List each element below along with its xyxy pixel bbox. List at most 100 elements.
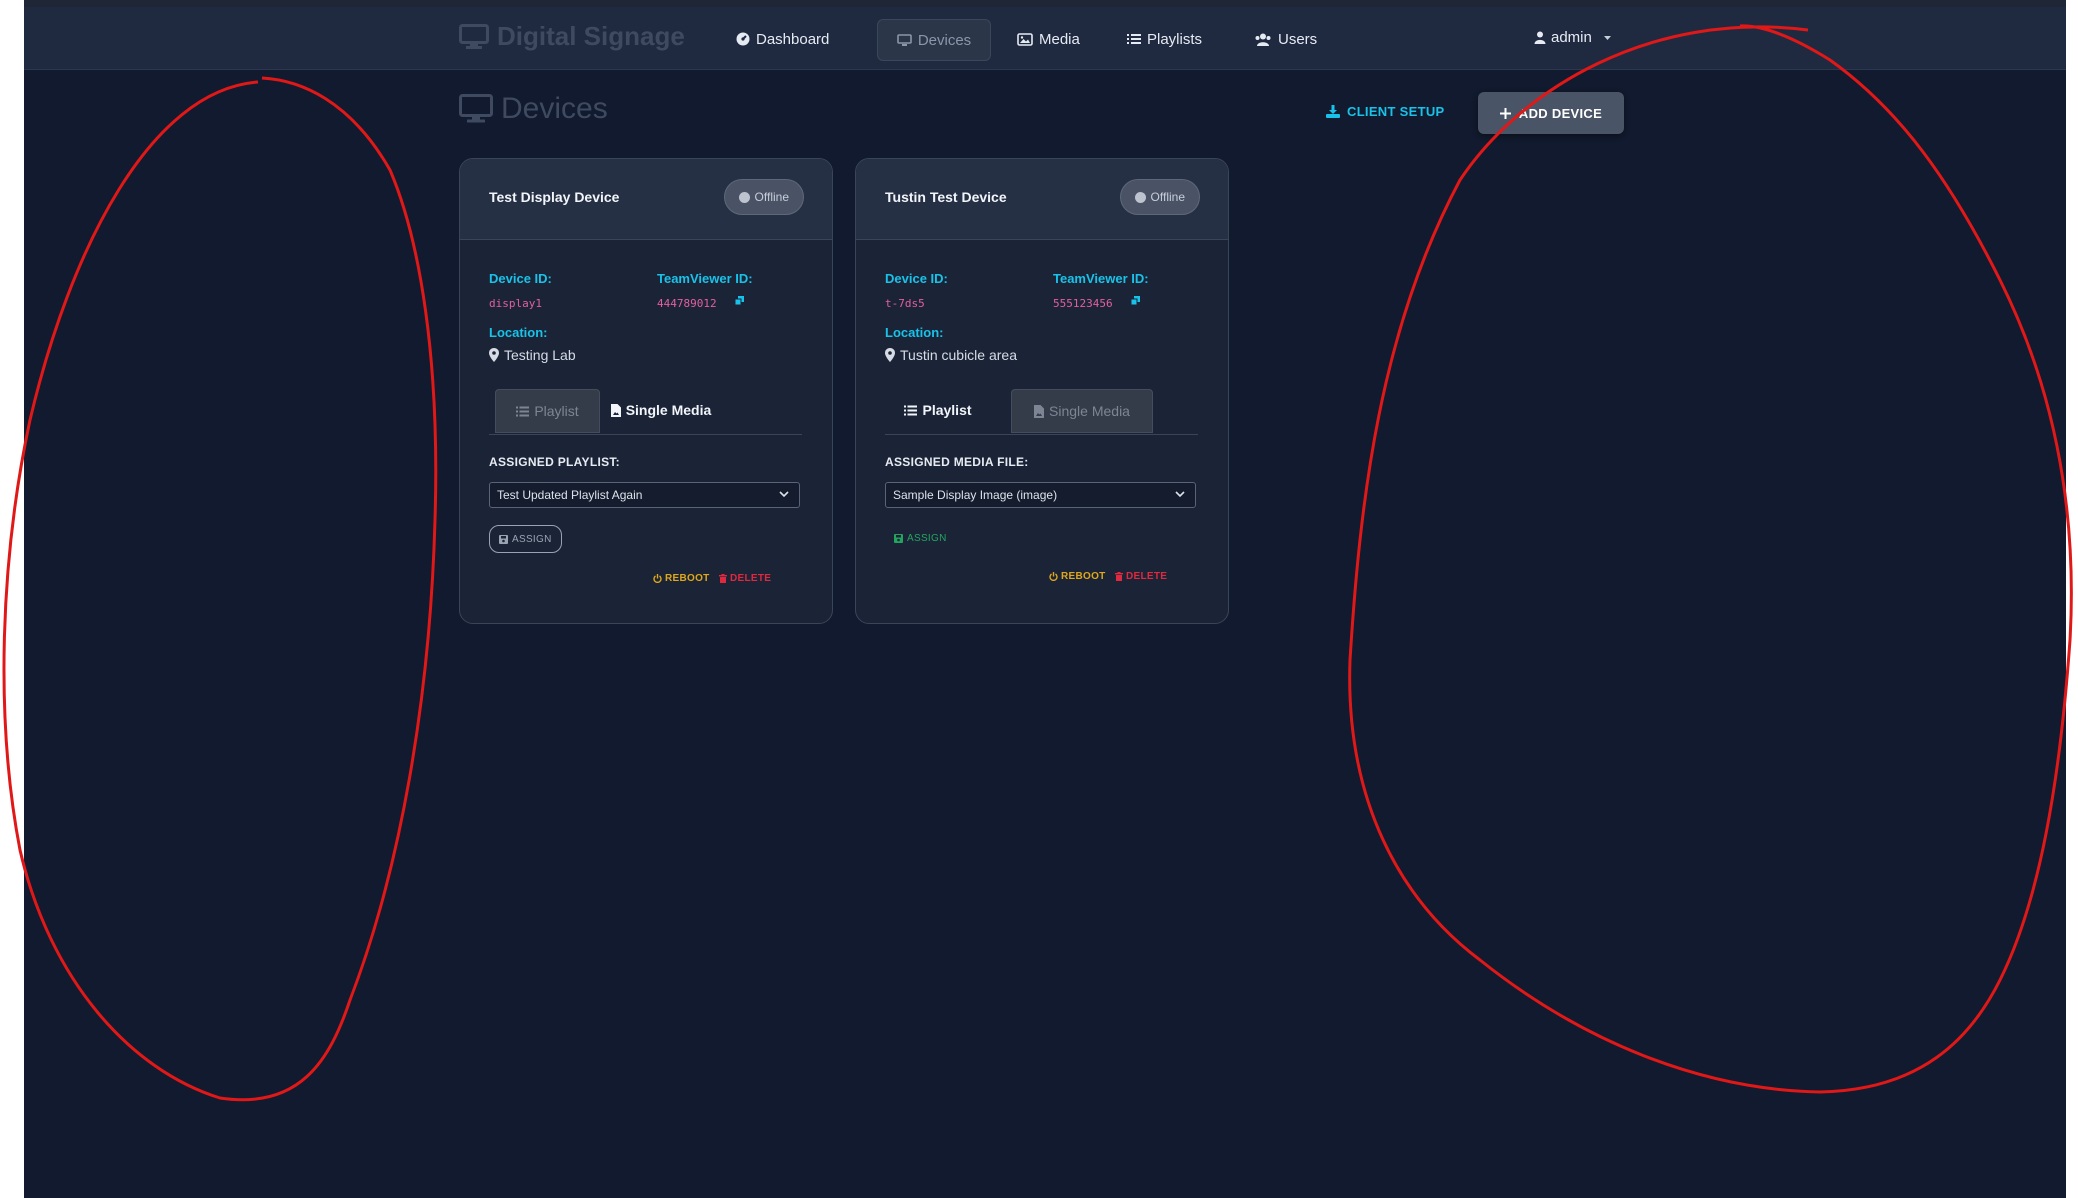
- navbar: Digital Signage Dashboard Devices Media …: [24, 7, 2066, 70]
- status-dot-icon: [738, 191, 750, 203]
- reboot-label: REBOOT: [665, 573, 710, 584]
- delete-label: DELETE: [730, 573, 772, 584]
- status-text: Offline: [754, 190, 789, 204]
- nav-devices[interactable]: Devices: [877, 19, 991, 61]
- location-label: Location:: [489, 325, 548, 340]
- user-icon: [1534, 31, 1546, 44]
- copy-icon[interactable]: [1131, 296, 1140, 305]
- trash-icon: [719, 574, 727, 583]
- card-header: Tustin Test Device Offline: [856, 159, 1228, 240]
- teamviewer-label: TeamViewer ID:: [657, 271, 753, 286]
- download-icon: [1326, 105, 1340, 118]
- trash-icon: [1115, 572, 1123, 581]
- add-device-label: ADD DEVICE: [1518, 105, 1603, 121]
- list-icon: [516, 406, 530, 416]
- reboot-button[interactable]: REBOOT: [1049, 571, 1106, 582]
- location-label: Location:: [885, 325, 944, 340]
- device-name: Tustin Test Device: [885, 189, 1007, 205]
- assigned-media-label: ASSIGNED MEDIA FILE:: [885, 455, 1029, 469]
- users-icon: [1255, 33, 1271, 46]
- playlist-select-value: Test Updated Playlist Again: [497, 488, 643, 502]
- page-title: Devices: [459, 92, 608, 126]
- brand[interactable]: Digital Signage: [459, 21, 685, 52]
- location-row: Tustin cubicle area: [885, 347, 1017, 363]
- device-card: Tustin Test Device Offline Device ID: t-…: [855, 158, 1229, 624]
- caret-down-icon: [1603, 35, 1611, 40]
- file-image-icon: [1034, 404, 1045, 418]
- assign-button[interactable]: ASSIGN: [894, 529, 947, 547]
- file-image-icon: [610, 403, 621, 417]
- power-icon: [653, 574, 662, 583]
- nav-playlists[interactable]: Playlists: [1113, 19, 1216, 59]
- list-icon: [904, 405, 918, 415]
- status-badge: Offline: [1119, 179, 1200, 215]
- page-title-text: Devices: [501, 92, 608, 125]
- nav-dashboard[interactable]: Dashboard: [722, 19, 843, 59]
- desktop-icon: [459, 94, 493, 123]
- power-icon: [1049, 572, 1058, 581]
- nav-users[interactable]: Users: [1240, 19, 1331, 59]
- teamviewer-value: 444789012: [657, 297, 717, 310]
- images-icon: [1017, 32, 1033, 46]
- delete-button[interactable]: DELETE: [719, 573, 771, 584]
- status-dot-icon: [1134, 191, 1146, 203]
- nav-media[interactable]: Media: [1003, 19, 1094, 59]
- delete-label: DELETE: [1126, 571, 1168, 582]
- delete-button[interactable]: DELETE: [1115, 571, 1167, 582]
- copy-icon[interactable]: [735, 296, 744, 305]
- desktop-icon: [897, 33, 912, 46]
- location-value: Tustin cubicle area: [900, 347, 1017, 363]
- card-header: Test Display Device Offline: [460, 159, 832, 240]
- device-id-value: t-7ds5: [885, 297, 925, 310]
- nav-media-label: Media: [1039, 30, 1080, 48]
- nav-devices-label: Devices: [917, 31, 972, 49]
- tab-playlist-label: Playlist: [922, 402, 972, 418]
- device-name: Test Display Device: [489, 189, 620, 205]
- tab-single-media-label: Single Media: [1049, 403, 1130, 419]
- gauge-icon: [736, 32, 750, 46]
- desktop-icon: [459, 23, 489, 49]
- location-value: Testing Lab: [504, 347, 576, 363]
- status-badge: Offline: [723, 179, 804, 215]
- map-pin-icon: [489, 348, 499, 362]
- top-border: [24, 0, 2066, 7]
- client-setup-label: CLIENT SETUP: [1347, 104, 1445, 119]
- nav-users-label: Users: [1278, 30, 1318, 48]
- assign-label: ASSIGN: [907, 532, 947, 544]
- teamviewer-label: TeamViewer ID:: [1053, 271, 1149, 286]
- assign-label: ASSIGN: [512, 533, 552, 545]
- add-device-button[interactable]: ADD DEVICE: [1478, 92, 1624, 134]
- status-text: Offline: [1150, 190, 1185, 204]
- device-id-label: Device ID:: [885, 271, 948, 286]
- plus-icon: [1499, 107, 1511, 119]
- save-icon: [499, 534, 508, 544]
- tab-playlist-label: Playlist: [534, 403, 579, 419]
- tab-single-media[interactable]: Single Media: [1011, 389, 1153, 433]
- assigned-playlist-label: ASSIGNED PLAYLIST:: [489, 455, 620, 469]
- user-name: admin: [1551, 29, 1592, 46]
- chevron-down-icon: [1175, 491, 1185, 498]
- nav-playlists-label: Playlists: [1147, 30, 1203, 48]
- media-select[interactable]: Sample Display Image (image): [885, 482, 1196, 508]
- device-id-label: Device ID:: [489, 271, 552, 286]
- save-icon: [894, 533, 903, 543]
- reboot-label: REBOOT: [1061, 571, 1106, 582]
- reboot-button[interactable]: REBOOT: [653, 573, 710, 584]
- tab-single-media[interactable]: Single Media: [601, 389, 721, 431]
- assign-button[interactable]: ASSIGN: [489, 525, 562, 553]
- tab-playlist[interactable]: Playlist: [893, 389, 983, 431]
- user-menu[interactable]: admin: [1534, 29, 1612, 46]
- nav-dashboard-label: Dashboard: [756, 30, 830, 48]
- teamviewer-value: 555123456: [1053, 297, 1113, 310]
- brand-name: Digital Signage: [497, 21, 685, 51]
- tab-playlist[interactable]: Playlist: [495, 389, 600, 433]
- location-row: Testing Lab: [489, 347, 576, 363]
- map-pin-icon: [885, 348, 895, 362]
- assignment-tabs: Playlist Single Media: [489, 389, 802, 435]
- chevron-down-icon: [779, 491, 789, 498]
- media-select-value: Sample Display Image (image): [893, 488, 1058, 502]
- list-icon: [1127, 34, 1141, 44]
- device-id-value: display1: [489, 297, 542, 310]
- playlist-select[interactable]: Test Updated Playlist Again: [489, 482, 800, 508]
- client-setup-button[interactable]: CLIENT SETUP: [1326, 104, 1445, 119]
